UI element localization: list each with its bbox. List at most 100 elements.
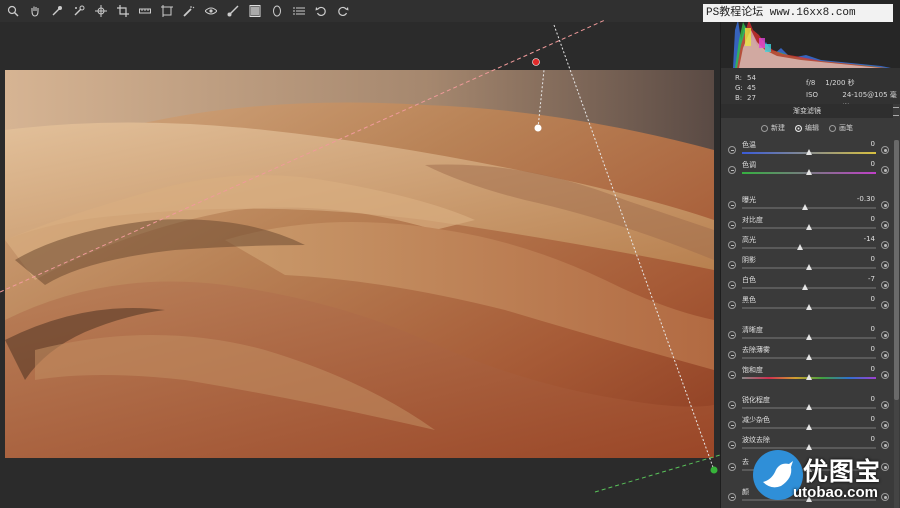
mode-brush[interactable]: 画笔	[829, 123, 853, 133]
panel-scrollbar-thumb[interactable]	[894, 140, 899, 400]
mode-edit[interactable]: 编辑	[795, 123, 819, 133]
slider-thumb[interactable]	[806, 224, 812, 230]
decrease-icon[interactable]	[728, 371, 736, 379]
increase-icon[interactable]	[881, 221, 889, 229]
spot-removal-icon[interactable]	[183, 5, 195, 17]
right-panel: R:54 G:45 B:27 f/81/200 秒 ISO 20024-105@…	[720, 0, 900, 508]
slider-row: 色调 0	[721, 160, 893, 180]
tool-bar	[0, 0, 720, 22]
slider-thumb[interactable]	[806, 354, 812, 360]
increase-icon[interactable]	[881, 166, 889, 174]
slider-thumb[interactable]	[806, 424, 812, 430]
slider-track[interactable]	[742, 207, 876, 209]
panel-menu-icon[interactable]	[893, 107, 899, 116]
decrease-icon[interactable]	[728, 463, 736, 471]
graduated-filter-icon[interactable]	[249, 5, 261, 17]
slider-value[interactable]: 0	[831, 365, 875, 373]
transform-icon[interactable]	[161, 5, 173, 17]
decrease-icon[interactable]	[728, 221, 736, 229]
decrease-icon[interactable]	[728, 351, 736, 359]
slider-value[interactable]: 0	[831, 415, 875, 423]
decrease-icon[interactable]	[728, 331, 736, 339]
increase-icon[interactable]	[881, 441, 889, 449]
slider-thumb[interactable]	[806, 374, 812, 380]
slider-row: 阴影 0	[721, 255, 893, 275]
straighten-icon[interactable]	[139, 5, 151, 17]
adjustment-brush-icon[interactable]	[227, 5, 239, 17]
slider-label: 色温	[742, 141, 756, 149]
slider-value[interactable]: -0.30	[831, 195, 875, 203]
slider-thumb[interactable]	[806, 169, 812, 175]
white-balance-icon[interactable]	[51, 5, 63, 17]
decrease-icon[interactable]	[728, 166, 736, 174]
crop-icon[interactable]	[117, 5, 129, 17]
slider-label: 清晰度	[742, 326, 763, 334]
slider-label: 对比度	[742, 216, 763, 224]
slider-track[interactable]	[742, 287, 876, 289]
slider-thumb[interactable]	[806, 264, 812, 270]
red-eye-icon[interactable]	[205, 5, 217, 17]
increase-icon[interactable]	[881, 371, 889, 379]
slider-label: 高光	[742, 236, 756, 244]
increase-icon[interactable]	[881, 351, 889, 359]
rotate-left-icon[interactable]	[315, 5, 327, 17]
increase-icon[interactable]	[881, 261, 889, 269]
mode-selector: 新建 编辑 画笔	[721, 120, 893, 136]
pixel-info: R:54 G:45 B:27 f/81/200 秒 ISO 20024-105@…	[721, 68, 900, 111]
decrease-icon[interactable]	[728, 421, 736, 429]
decrease-icon[interactable]	[728, 301, 736, 309]
decrease-icon[interactable]	[728, 401, 736, 409]
mode-new[interactable]: 新建	[761, 123, 785, 133]
increase-icon[interactable]	[881, 201, 889, 209]
increase-icon[interactable]	[881, 281, 889, 289]
slider-value[interactable]: 0	[831, 295, 875, 303]
increase-icon[interactable]	[881, 301, 889, 309]
decrease-icon[interactable]	[728, 493, 736, 501]
slider-thumb[interactable]	[801, 284, 808, 290]
increase-icon[interactable]	[881, 241, 889, 249]
hand-icon[interactable]	[29, 5, 41, 17]
increase-icon[interactable]	[881, 421, 889, 429]
decrease-icon[interactable]	[728, 281, 736, 289]
slider-thumb[interactable]	[806, 334, 812, 340]
mode-edit-radio[interactable]	[795, 124, 802, 132]
mode-new-label: 新建	[771, 124, 785, 132]
slider-value[interactable]: 0	[831, 395, 875, 403]
slider-value[interactable]: 0	[831, 325, 875, 333]
decrease-icon[interactable]	[728, 146, 736, 154]
mode-edit-label: 编辑	[805, 124, 819, 132]
mode-brush-label: 画笔	[839, 124, 853, 132]
slider-thumb[interactable]	[806, 404, 812, 410]
slider-thumb[interactable]	[806, 149, 812, 155]
g-value: 45	[747, 84, 756, 92]
slider-thumb[interactable]	[796, 244, 803, 250]
increase-icon[interactable]	[881, 331, 889, 339]
slider-value[interactable]: -7	[831, 275, 875, 283]
slider-thumb[interactable]	[801, 204, 808, 210]
decrease-icon[interactable]	[728, 441, 736, 449]
zoom-icon[interactable]	[7, 5, 19, 17]
color-sampler-icon[interactable]	[73, 5, 85, 17]
decrease-icon[interactable]	[728, 261, 736, 269]
slider-value[interactable]: 0	[831, 160, 875, 168]
presets-list-icon[interactable]	[293, 5, 305, 17]
slider-value[interactable]: 0	[831, 215, 875, 223]
decrease-icon[interactable]	[728, 201, 736, 209]
mode-brush-radio[interactable]	[829, 124, 836, 132]
slider-value[interactable]: 0	[831, 435, 875, 443]
slider-track[interactable]	[742, 247, 876, 249]
rotate-right-icon[interactable]	[337, 5, 349, 17]
g-label: G:	[735, 84, 743, 92]
increase-icon[interactable]	[881, 401, 889, 409]
slider-value[interactable]: 0	[831, 345, 875, 353]
slider-value[interactable]: -14	[831, 235, 875, 243]
target-adjust-icon[interactable]	[95, 5, 107, 17]
slider-value[interactable]: 0	[831, 140, 875, 148]
decrease-icon[interactable]	[728, 241, 736, 249]
increase-icon[interactable]	[881, 146, 889, 154]
mode-new-radio[interactable]	[761, 124, 768, 132]
radial-filter-icon[interactable]	[271, 5, 283, 17]
slider-value[interactable]: 0	[831, 255, 875, 263]
desert-dunes-photo[interactable]	[5, 70, 714, 458]
slider-thumb[interactable]	[806, 304, 812, 310]
